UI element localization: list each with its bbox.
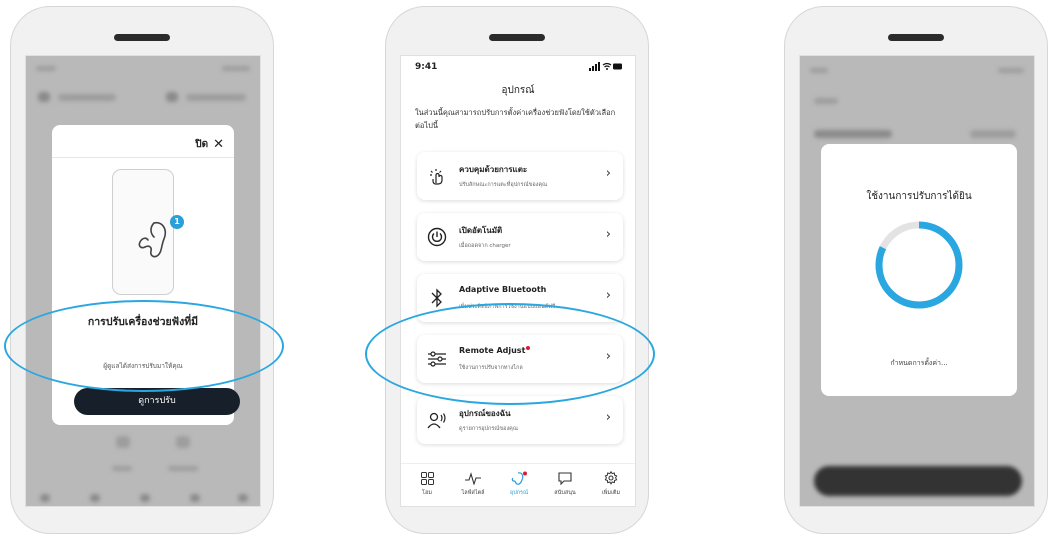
bg-blur (112, 466, 132, 471)
chevron-right-icon: › (605, 166, 611, 181)
bg-blur (36, 66, 56, 71)
bg-blur (140, 494, 150, 502)
chevron-right-icon: › (605, 410, 611, 425)
menu-item-adaptive-bluetooth[interactable]: Adaptive Bluetooth เพิ่มประสิทธิภาพการใช… (417, 274, 623, 322)
tap-icon (427, 166, 447, 186)
phone-screen-3: ใช้งานการปรับการได้ยิน กำหนดการตั้งค่า..… (799, 55, 1035, 507)
close-button[interactable]: ปิด ✕ (195, 137, 224, 152)
menu-item-title: Remote Adjust (459, 346, 531, 355)
bg-blur (168, 466, 198, 471)
view-adjustment-button[interactable]: ดูการปรับ (74, 388, 240, 415)
bg-blur (40, 494, 50, 502)
bg-blur (238, 494, 248, 502)
status-bar: 9:41 (415, 62, 623, 74)
notification-badge: 1 (170, 215, 184, 229)
adjustment-dialog: ปิด ✕ 1 การปรับเครื่องช่วยฟังที่มี ผู้ดู… (52, 125, 240, 425)
menu-item-subtitle: เมื่อถอดจาก charger (459, 243, 511, 249)
tab-label: โฮม (422, 490, 432, 496)
bg-blur (186, 94, 246, 101)
status-icons (589, 62, 623, 73)
bg-blur (176, 436, 190, 448)
menu-item-title: เปิดอัตโนมัติ (459, 226, 503, 235)
pulse-icon (453, 470, 493, 486)
user-devices-icon (427, 410, 447, 430)
bg-blur (58, 94, 116, 101)
menu-item-title: ควบคุมด้วยการแตะ (459, 165, 528, 174)
power-icon (427, 227, 447, 247)
phone-speaker (888, 34, 944, 41)
bg-blur (814, 130, 892, 138)
bottom-tab-bar: โฮม ไลฟ์สไตล์ อุปกรณ์ สนับสนุน เพิ่มเติม (401, 463, 635, 506)
menu-item-remote-adjust[interactable]: Remote Adjust ใช้งานการปรับจากทางไกล › (417, 335, 623, 383)
bg-blur (970, 130, 1016, 138)
tab-more[interactable]: เพิ่มเติม (591, 470, 631, 497)
status-time: 9:41 (415, 62, 438, 72)
bg-blur (90, 494, 100, 502)
bg-blur (222, 66, 250, 71)
notification-dot (526, 346, 531, 350)
tab-label: อุปกรณ์ (509, 490, 529, 496)
menu-item-title: Adaptive Bluetooth (459, 285, 547, 294)
chat-icon (545, 470, 585, 486)
tab-lifestyle[interactable]: ไลฟ์สไตล์ (453, 470, 493, 497)
status-text: กำหนดการตั้งค่า... (890, 359, 948, 367)
remote-adjust-title: Remote Adjust (459, 346, 526, 355)
dialog-title: การปรับเครื่องช่วยฟังที่มี (87, 316, 199, 328)
phone-mockup-3: ใช้งานการปรับการได้ยิน กำหนดการตั้งค่า..… (784, 6, 1048, 534)
dialog-subtitle: ผู้ดูแลได้ส่งการปรับมาให้คุณ (103, 362, 183, 370)
gear-icon (591, 470, 631, 486)
sliders-icon (427, 349, 447, 369)
page-title: อุปกรณ์ (501, 85, 535, 96)
bg-blur (814, 98, 838, 104)
grid-icon (407, 470, 447, 486)
dialog-title: ใช้งานการปรับการได้ยิน (866, 191, 972, 202)
menu-item-my-devices[interactable]: อุปกรณ์ของฉัน ดูรายการอุปกรณ์ของคุณ › (417, 396, 623, 444)
phone-speaker (114, 34, 170, 41)
phone-speaker (489, 34, 545, 41)
tab-devices[interactable]: อุปกรณ์ (499, 470, 539, 497)
chevron-right-icon: › (605, 288, 611, 303)
tab-label: สนับสนุน (554, 490, 576, 496)
phone-mockup-1: ปิด ✕ 1 การปรับเครื่องช่วยฟังที่มี ผู้ดู… (10, 6, 274, 534)
divider (52, 157, 234, 158)
tab-support[interactable]: สนับสนุน (545, 470, 585, 497)
bluetooth-icon (427, 288, 447, 308)
hearing-aid-icon (499, 470, 539, 486)
menu-item-title: อุปกรณ์ของฉัน (459, 409, 511, 418)
bg-blur (814, 466, 1022, 496)
tab-label: เพิ่มเติม (601, 490, 621, 496)
bg-blur (998, 68, 1024, 73)
chevron-right-icon: › (605, 349, 611, 364)
close-icon: ✕ (213, 136, 224, 152)
tab-home[interactable]: โฮม (407, 470, 447, 497)
phone-screen-2: 9:41 อุปกรณ์ ในส่วนนี้คุณสามารถปรับการตั… (400, 55, 636, 507)
bg-blur (810, 68, 828, 73)
applying-dialog: ใช้งานการปรับการได้ยิน กำหนดการตั้งค่า..… (821, 144, 1017, 396)
bg-blur (190, 494, 200, 502)
bg-blur (116, 436, 130, 448)
phone-screen-1: ปิด ✕ 1 การปรับเครื่องช่วยฟังที่มี ผู้ดู… (25, 55, 261, 507)
phone-mockup-2: 9:41 อุปกรณ์ ในส่วนนี้คุณสามารถปรับการตั… (385, 6, 649, 534)
menu-item-subtitle: ดูรายการอุปกรณ์ของคุณ (459, 426, 518, 432)
menu-item-tap-control[interactable]: ควบคุมด้วยการแตะ ปรับลักษณะการแตะที่อุปก… (417, 152, 623, 200)
menu-item-subtitle: ใช้งานการปรับจากทางไกล (459, 365, 523, 371)
tab-label: ไลฟ์สไตล์ (461, 490, 485, 496)
menu-item-auto-on[interactable]: เปิดอัตโนมัติ เมื่อถอดจาก charger › (417, 213, 623, 261)
menu-item-subtitle: เพิ่มประสิทธิภาพการใช้งานแบบแฮนด์ฟรี (459, 304, 556, 310)
bg-blur (38, 92, 50, 102)
close-label: ปิด (195, 139, 209, 150)
progress-ring (875, 221, 963, 309)
menu-item-subtitle: ปรับลักษณะการแตะที่อุปกรณ์ของคุณ (459, 182, 548, 188)
intro-text: ในส่วนนี้คุณสามารถปรับการตั้งค่าเครื่องช… (415, 108, 616, 130)
bg-blur (166, 92, 178, 102)
chevron-right-icon: › (605, 227, 611, 242)
